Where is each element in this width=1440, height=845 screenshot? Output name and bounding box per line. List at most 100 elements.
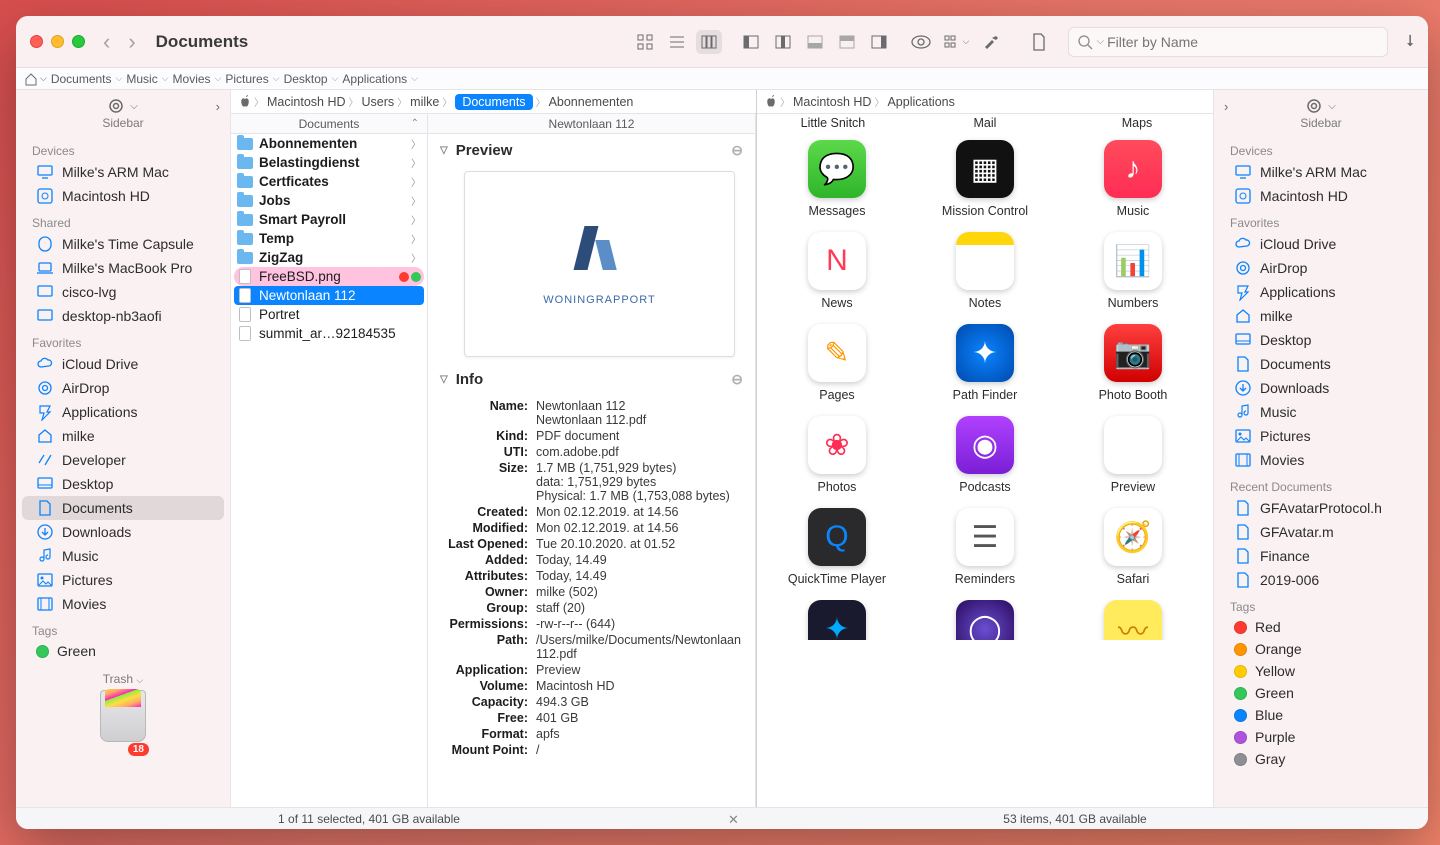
sidebar-item[interactable]: milke — [22, 424, 224, 448]
app-label[interactable]: Maps — [1061, 114, 1213, 136]
path-seg[interactable]: Desktop⌵ — [284, 72, 339, 86]
sidebar-item[interactable]: iCloud Drive — [22, 352, 224, 376]
zoom-button[interactable] — [72, 35, 85, 48]
sidebar-item[interactable]: Milke's ARM Mac — [1220, 160, 1422, 184]
more-icon[interactable]: ⊖ — [731, 142, 743, 159]
app-cell[interactable]: ◯ — [913, 600, 1057, 640]
doc-icon[interactable] — [1026, 30, 1052, 54]
split-3[interactable] — [802, 30, 828, 54]
file-row[interactable]: Portret — [231, 305, 427, 324]
path-seg[interactable]: Movies⌵ — [173, 72, 222, 86]
sidebar-item[interactable]: Documents — [1220, 352, 1422, 376]
home-menu[interactable]: ⌵ — [24, 72, 47, 86]
sidebar-item[interactable]: Desktop — [1220, 328, 1422, 352]
sidebar-item[interactable]: desktop-nb3aofi — [22, 304, 224, 328]
sidebar-item[interactable]: Milke's Time Capsule — [22, 232, 224, 256]
app-cell[interactable]: ◉Podcasts — [913, 416, 1057, 494]
sidebar-item[interactable]: Milke's ARM Mac — [22, 160, 224, 184]
sidebar-item[interactable]: Milke's MacBook Pro — [22, 256, 224, 280]
more-icon[interactable]: ⊖ — [731, 371, 743, 388]
sidebar-item[interactable]: Blue — [1220, 704, 1422, 726]
forward-button[interactable]: › — [128, 29, 135, 55]
app-cell[interactable]: NNews — [765, 232, 909, 310]
sidebar-item[interactable]: Desktop — [22, 472, 224, 496]
sidebar-item[interactable]: GFAvatar.m — [1220, 520, 1422, 544]
app-label[interactable]: Little Snitch — [757, 114, 909, 136]
app-cell[interactable]: ❀Photos — [765, 416, 909, 494]
sidebar-item[interactable]: Yellow — [1220, 660, 1422, 682]
sidebar-item[interactable]: Movies — [1220, 448, 1422, 472]
file-row[interactable]: Newtonlaan 112 — [234, 286, 424, 305]
trash-icon[interactable]: 18 — [93, 690, 153, 760]
sidebar-item[interactable]: Macintosh HD — [22, 184, 224, 208]
app-cell[interactable]: 🖼Preview — [1061, 416, 1205, 494]
split-1[interactable] — [738, 30, 764, 54]
minimize-button[interactable] — [51, 35, 64, 48]
sidebar-item[interactable]: Macintosh HD — [1220, 184, 1422, 208]
hammer-icon[interactable] — [978, 30, 1004, 54]
sidebar-item[interactable]: Applications — [22, 400, 224, 424]
sidebar-item[interactable]: 2019-006 — [1220, 568, 1422, 592]
crumb[interactable]: Macintosh HD — [267, 95, 346, 109]
trash-label[interactable]: Trash ⌵ — [16, 672, 230, 686]
info-section[interactable]: ▽Info⊖ — [428, 363, 755, 394]
app-cell[interactable]: QQuickTime Player — [765, 508, 909, 586]
file-row[interactable]: Certficates〉 — [231, 172, 427, 191]
sidebar-item[interactable]: Developer — [22, 448, 224, 472]
search-input[interactable] — [1107, 34, 1379, 50]
crumb[interactable]: Documents — [455, 94, 532, 110]
sidebar-item[interactable]: Purple — [1220, 726, 1422, 748]
sidebar-item[interactable]: Documents — [22, 496, 224, 520]
file-row[interactable]: Jobs〉 — [231, 191, 427, 210]
sidebar-item[interactable]: Music — [22, 544, 224, 568]
app-cell[interactable]: 📊Numbers — [1061, 232, 1205, 310]
app-cell[interactable]: ☰Reminders — [913, 508, 1057, 586]
file-row[interactable]: FreeBSD.png — [234, 267, 424, 286]
sidebar-item[interactable]: Downloads — [22, 520, 224, 544]
sidebar-item[interactable]: cisco-lvg — [22, 280, 224, 304]
list-view-button[interactable] — [664, 30, 690, 54]
column-view-button[interactable] — [696, 30, 722, 54]
preview-section[interactable]: ▽Preview⊖ — [428, 134, 755, 165]
app-cell[interactable]: 💬Messages — [765, 140, 909, 218]
close-button[interactable] — [30, 35, 43, 48]
sidebar-item[interactable]: Downloads — [1220, 376, 1422, 400]
arrange-icon[interactable]: ⌵ — [940, 30, 972, 54]
sidebar-item[interactable]: Green — [22, 640, 224, 662]
file-row[interactable]: Temp〉 — [231, 229, 427, 248]
split-2[interactable] — [770, 30, 796, 54]
sidebar-target[interactable]: ›⌵ — [16, 90, 230, 116]
app-cell[interactable]: ▦Mission Control — [913, 140, 1057, 218]
app-label[interactable]: Mail — [909, 114, 1061, 136]
file-row[interactable]: Belastingdienst〉 — [231, 153, 427, 172]
quicklook-icon[interactable] — [908, 30, 934, 54]
sidebar-item[interactable]: AirDrop — [1220, 256, 1422, 280]
search-field[interactable]: ⌵ — [1068, 27, 1388, 57]
icon-view-button[interactable] — [632, 30, 658, 54]
file-row[interactable]: Abonnementen〉 — [231, 134, 427, 153]
path-seg[interactable]: Applications⌵ — [342, 72, 418, 86]
sidebar-item[interactable]: Movies — [22, 592, 224, 616]
sidebar-item[interactable]: Music — [1220, 400, 1422, 424]
app-cell[interactable]: 🧭Safari — [1061, 508, 1205, 586]
sidebar-item[interactable]: AirDrop — [22, 376, 224, 400]
app-cell[interactable]: ✦ — [765, 600, 909, 640]
preview-thumbnail[interactable]: WONINGRAPPORT — [464, 171, 735, 357]
sidebar-item[interactable]: Pictures — [22, 568, 224, 592]
sidebar-item[interactable]: milke — [1220, 304, 1422, 328]
split-4[interactable] — [834, 30, 860, 54]
close-icon[interactable]: ✕ — [728, 812, 739, 828]
sidebar-item[interactable]: Red — [1220, 616, 1422, 638]
app-cell[interactable]: 〰 — [1061, 600, 1205, 640]
sidebar-item[interactable]: Orange — [1220, 638, 1422, 660]
sidebar-item[interactable]: Applications — [1220, 280, 1422, 304]
sidebar-item[interactable]: Finance — [1220, 544, 1422, 568]
path-seg[interactable]: Documents⌵ — [51, 72, 123, 86]
split-5[interactable] — [866, 30, 892, 54]
sidebar-item[interactable]: GFAvatarProtocol.h — [1220, 496, 1422, 520]
app-cell[interactable]: ♪Music — [1061, 140, 1205, 218]
crumb[interactable]: Abonnementen — [549, 95, 634, 109]
sidebar-item[interactable]: Gray — [1220, 748, 1422, 770]
app-cell[interactable]: 📷Photo Booth — [1061, 324, 1205, 402]
file-row[interactable]: Smart Payroll〉 — [231, 210, 427, 229]
